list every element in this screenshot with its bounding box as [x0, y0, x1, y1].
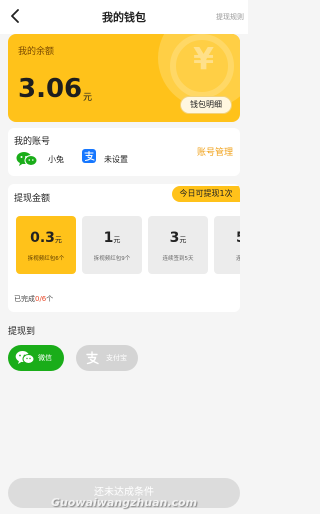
- wechat-account-name: 小兔: [48, 155, 64, 164]
- withdraw-option-0-3[interactable]: 0.3元 拆视频红包6个: [16, 216, 76, 274]
- option-unit: 元: [113, 236, 121, 244]
- balance-amount: 3.06: [18, 74, 83, 104]
- today-withdraw-badge: 今日可提现1次: [172, 186, 240, 202]
- site-watermark: Guowaiwangzhuan.com: [50, 496, 198, 509]
- withdraw-to-label: 提现到: [8, 327, 36, 337]
- yen-coin-icon: ¥: [193, 42, 214, 77]
- option-condition: 连续签到5天: [162, 256, 194, 262]
- alipay-account-status: 未设置: [104, 155, 128, 164]
- option-value: 0.3: [30, 230, 55, 246]
- option-unit: 元: [179, 236, 187, 244]
- wechat-icon: [15, 351, 35, 364]
- option-value: 5: [236, 230, 240, 246]
- progress-value: 0/6: [35, 295, 47, 303]
- option-condition: 连: [236, 256, 240, 262]
- account-header: 我的账号: [14, 137, 51, 147]
- option-condition: 拆视频红包6个: [27, 256, 65, 262]
- alipay-icon: [82, 149, 96, 163]
- progress-suffix: 个: [46, 295, 54, 303]
- option-value: 1: [103, 230, 114, 246]
- wallet-detail-button[interactable]: 钱包明细: [180, 96, 232, 114]
- option-condition: 拆视频红包9个: [93, 256, 131, 262]
- alipay-label: 支付宝: [106, 354, 127, 362]
- balance-label: 我的余额: [18, 47, 55, 57]
- alipay-icon: [86, 351, 99, 365]
- option-value: 3: [169, 230, 180, 246]
- balance-card: ¥ 我的余额 3.06 元 钱包明细: [8, 34, 240, 122]
- withdraw-amount-header: 提现金额: [14, 194, 51, 204]
- option-unit: 元: [54, 236, 62, 244]
- account-manage-link[interactable]: 账号管理: [197, 145, 233, 158]
- withdraw-to-alipay-button[interactable]: 支付宝: [76, 345, 138, 371]
- page-title: 我的钱包: [102, 11, 146, 24]
- withdraw-option-1[interactable]: 1元 拆视频红包9个: [82, 216, 142, 274]
- top-nav-bar: 我的钱包 提现规则: [0, 0, 248, 34]
- withdraw-option-3[interactable]: 3元 连续签到5天: [148, 216, 208, 274]
- withdraw-option-5[interactable]: 5 连: [214, 216, 240, 274]
- wechat-label: 微信: [38, 354, 52, 362]
- withdraw-amount-card: 提现金额 今日可提现1次 0.3元 拆视频红包6个 1元 拆视频红包9个 3元 …: [8, 184, 240, 312]
- balance-unit: 元: [83, 93, 93, 103]
- account-card: 我的账号 小兔 未设置 账号管理: [8, 128, 240, 176]
- withdraw-rules-link[interactable]: 提现规则: [216, 12, 244, 22]
- wechat-icon: [16, 152, 38, 166]
- withdraw-options: 0.3元 拆视频红包6个 1元 拆视频红包9个 3元 连续签到5天 5 连: [16, 216, 240, 276]
- completion-progress: 已完成0/6个: [14, 294, 53, 304]
- withdraw-to-wechat-button[interactable]: 微信: [8, 345, 64, 371]
- progress-prefix: 已完成: [14, 295, 35, 303]
